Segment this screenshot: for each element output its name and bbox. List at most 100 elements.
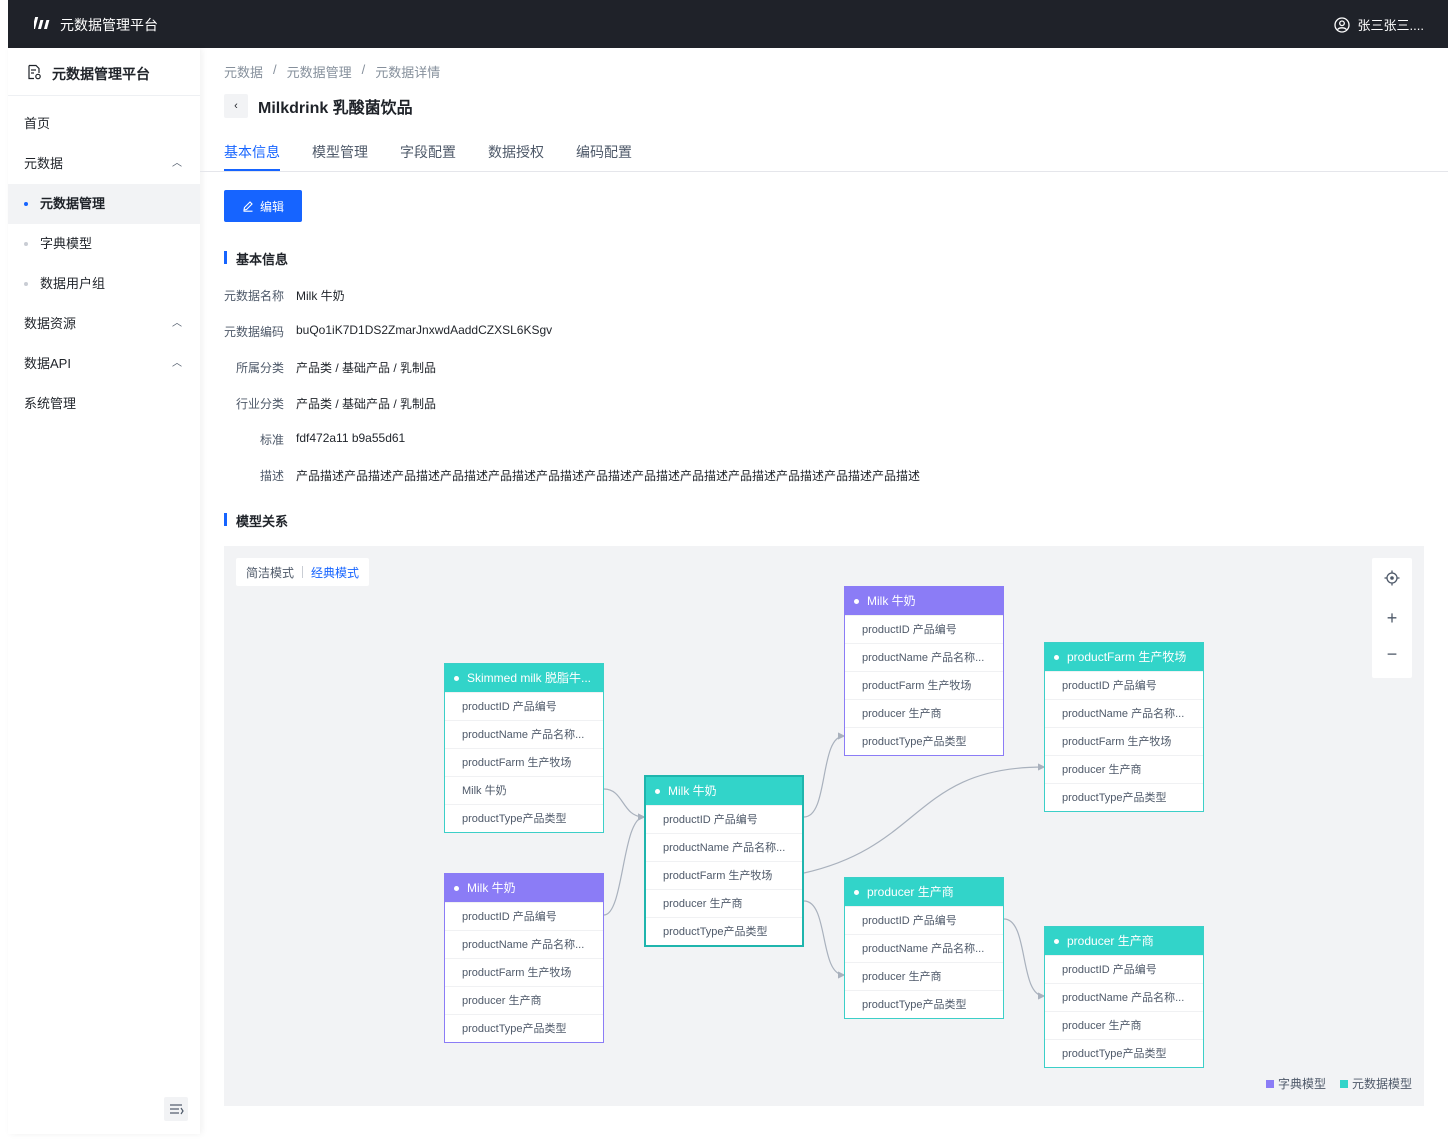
sidebar-item-metadata-management[interactable]: 元数据管理 bbox=[8, 184, 200, 224]
sidebar-item-label: 元数据 bbox=[24, 156, 64, 171]
sidebar-header: 元数据管理平台 bbox=[8, 48, 200, 96]
model-node[interactable]: productFarm 生产牧场 productID 产品编号 productN… bbox=[1044, 642, 1204, 812]
chevron-up-icon: ︿ bbox=[172, 318, 182, 329]
node-field: productID 产品编号 bbox=[445, 692, 603, 720]
page-header: ‹ Milkdrink 乳酸菌饮品 bbox=[224, 94, 413, 118]
node-field: productID 产品编号 bbox=[445, 902, 603, 930]
model-node[interactable]: Milk 牛奶 productID 产品编号 productName 产品名称.… bbox=[444, 873, 604, 1043]
model-node[interactable]: producer 生产商 productID 产品编号 productName … bbox=[844, 877, 1004, 1019]
node-field: productType产品类型 bbox=[845, 990, 1003, 1018]
info-value: 产品类 / 基础产品 / 乳制品 bbox=[296, 397, 437, 411]
breadcrumb-item[interactable]: 元数据 bbox=[224, 62, 263, 81]
logo-icon bbox=[34, 17, 50, 29]
user-avatar-icon bbox=[1333, 16, 1350, 33]
relation-edge bbox=[803, 900, 846, 979]
zoom-in-button[interactable]: + bbox=[1372, 600, 1412, 636]
node-field: productFarm 生产牧场 bbox=[445, 958, 603, 986]
info-row: 行业分类 产品类 / 基础产品 / 乳制品 bbox=[224, 395, 436, 412]
node-field: productType产品类型 bbox=[445, 1014, 603, 1042]
edit-button[interactable]: 编辑 bbox=[224, 190, 302, 222]
info-row: 元数据名称 Milk 牛奶 bbox=[224, 287, 345, 304]
info-label: 描述 bbox=[259, 469, 284, 483]
node-field: producer 生产商 bbox=[1045, 1011, 1203, 1039]
view-mode-switch: 简洁模式 经典模式 bbox=[236, 558, 370, 586]
relation-edge bbox=[603, 788, 646, 821]
sidebar-item-label: 元数据管理 bbox=[40, 196, 106, 211]
sidebar-item-label: 系统管理 bbox=[24, 396, 77, 411]
node-field: productID 产品编号 bbox=[845, 615, 1003, 643]
mode-classic[interactable]: 经典模式 bbox=[311, 564, 359, 581]
sidebar-item-system-management[interactable]: 系统管理 bbox=[8, 384, 200, 424]
model-node[interactable]: Milk 牛奶 productID 产品编号 productName 产品名称.… bbox=[844, 586, 1004, 756]
node-field: productName 产品名称... bbox=[845, 643, 1003, 671]
tab-data-authorization[interactable]: 数据授权 bbox=[488, 142, 544, 162]
info-row: 所属分类 产品类 / 基础产品 / 乳制品 bbox=[224, 359, 436, 376]
breadcrumb: 元数据 / 元数据管理 / 元数据详情 bbox=[224, 62, 440, 81]
sidebar-item-dictionary-model[interactable]: 字典模型 bbox=[8, 224, 200, 264]
chevron-left-icon: ‹ bbox=[234, 100, 238, 112]
node-field: productFarm 生产牧场 bbox=[646, 861, 802, 889]
user-name: 张三张三.... bbox=[1357, 18, 1424, 33]
node-field: productType产品类型 bbox=[445, 804, 603, 832]
model-node-selected[interactable]: Milk 牛奶 productID 产品编号 productName 产品名称.… bbox=[644, 775, 804, 947]
tab-bar: 基本信息 模型管理 字段配置 数据授权 编码配置 bbox=[200, 132, 1448, 172]
model-node[interactable]: producer 生产商 productID 产品编号 productName … bbox=[1044, 926, 1204, 1068]
node-field: producer 生产商 bbox=[646, 889, 802, 917]
node-field: producer 生产商 bbox=[845, 962, 1003, 990]
model-node[interactable]: Skimmed milk 脱脂牛... productID 产品编号 produ… bbox=[444, 663, 604, 833]
menu-collapse-icon bbox=[170, 1104, 184, 1115]
node-field: producer 生产商 bbox=[445, 986, 603, 1014]
tab-field-config[interactable]: 字段配置 bbox=[400, 142, 456, 162]
sidebar-item-label: 数据API bbox=[24, 356, 71, 371]
sidebar-collapse-button[interactable] bbox=[164, 1097, 188, 1121]
sidebar-item-data-user-group[interactable]: 数据用户组 bbox=[8, 264, 200, 304]
sidebar-item-home[interactable]: 首页 bbox=[8, 104, 200, 144]
info-value: 产品类 / 基础产品 / 乳制品 bbox=[296, 361, 437, 375]
node-title: Milk 牛奶 bbox=[845, 587, 1003, 615]
info-value: fdf472a11 b9a55d61 bbox=[296, 431, 406, 445]
sidebar-title: 元数据管理平台 bbox=[52, 66, 150, 82]
locate-button[interactable] bbox=[1372, 560, 1412, 596]
sidebar-item-data-resources[interactable]: 数据资源 ︿ bbox=[8, 304, 200, 344]
tab-model-management[interactable]: 模型管理 bbox=[312, 142, 368, 162]
model-relation-canvas[interactable]: 简洁模式 经典模式 + − Skimmed milk 脱脂牛... produc… bbox=[224, 546, 1424, 1106]
node-field: productType产品类型 bbox=[1045, 783, 1203, 811]
sidebar: 元数据管理平台 首页 元数据 ︿ 元数据管理 字典模型 数据用户组 数据资源 ︿ 数… bbox=[8, 48, 200, 1134]
sidebar-item-label: 首页 bbox=[24, 116, 51, 131]
section-title-model-relation: 模型关系 bbox=[224, 511, 288, 530]
info-label: 标准 bbox=[259, 433, 284, 447]
info-row: 描述 产品描述产品描述产品描述产品描述产品描述产品描述产品描述产品描述产品描述产品… bbox=[224, 467, 920, 484]
info-label: 元数据名称 bbox=[224, 289, 285, 303]
mode-simple[interactable]: 简洁模式 bbox=[246, 564, 294, 581]
node-field: productFarm 生产牧场 bbox=[445, 748, 603, 776]
node-field: productName 产品名称... bbox=[1045, 699, 1203, 727]
tab-active-indicator bbox=[224, 169, 280, 171]
tab-encoding-config[interactable]: 编码配置 bbox=[576, 142, 632, 162]
legend-label: 元数据模型 bbox=[1351, 1077, 1412, 1091]
bullet-icon bbox=[24, 202, 28, 206]
tab-basic-info[interactable]: 基本信息 bbox=[224, 142, 280, 162]
legend-label: 字典模型 bbox=[1277, 1077, 1326, 1091]
node-field: productType产品类型 bbox=[1045, 1039, 1203, 1067]
info-row: 元数据编码 buQo1iK7D1DS2ZmarJnxwdAaddCZXSL6KSg… bbox=[224, 323, 552, 340]
relation-edge bbox=[803, 732, 846, 818]
node-title: Milk 牛奶 bbox=[445, 874, 603, 902]
node-field: productName 产品名称... bbox=[845, 934, 1003, 962]
user-menu[interactable]: 张三张三.... bbox=[1333, 15, 1424, 34]
node-field: productName 产品名称... bbox=[646, 833, 802, 861]
bullet-icon bbox=[24, 242, 28, 246]
edit-icon bbox=[243, 201, 253, 212]
back-button[interactable]: ‹ bbox=[224, 94, 248, 118]
sidebar-item-data-api[interactable]: 数据API ︿ bbox=[8, 344, 200, 384]
relation-edge bbox=[603, 813, 646, 916]
legend-item-dict: 字典模型 bbox=[1265, 1075, 1326, 1092]
breadcrumb-item[interactable]: 元数据管理 bbox=[287, 62, 352, 81]
relation-edge bbox=[803, 763, 1046, 874]
node-field: productName 产品名称... bbox=[445, 720, 603, 748]
node-field: productName 产品名称... bbox=[445, 930, 603, 958]
sidebar-item-label: 数据资源 bbox=[24, 316, 77, 331]
zoom-out-button[interactable]: − bbox=[1372, 636, 1412, 672]
sidebar-item-metadata[interactable]: 元数据 ︿ bbox=[8, 144, 200, 184]
section-title-basic-info: 基本信息 bbox=[224, 249, 288, 268]
node-title: productFarm 生产牧场 bbox=[1045, 643, 1203, 671]
